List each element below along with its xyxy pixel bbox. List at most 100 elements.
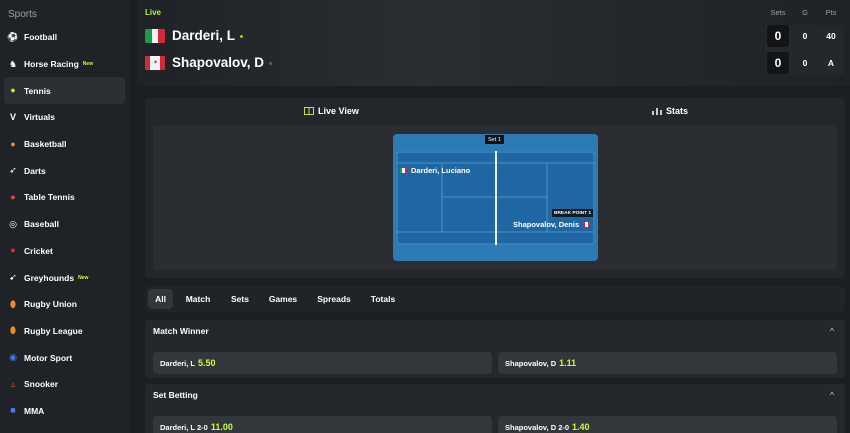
new-badge: New (78, 274, 89, 281)
sidebar-item-baseball[interactable]: ◎ Baseball (0, 211, 130, 238)
pitch-icon (304, 107, 314, 115)
court-player-1: Darderi, Luciano (400, 166, 470, 175)
chevron-up-icon[interactable]: ^ (828, 390, 836, 400)
mma-glove-icon: ■ (10, 405, 16, 416)
sidebar-item-label: Rugby Union (24, 299, 77, 310)
market-tab-all[interactable]: All (148, 289, 173, 309)
sidebar-item-basketball[interactable]: ● Basketball (0, 131, 130, 158)
sidebar-item-label: MMA (24, 405, 45, 416)
selection-label: Shapovalov, D 2-0 (505, 422, 570, 432)
sidebar-item-label: Football (24, 32, 58, 43)
odds-value: 11.00 (210, 422, 233, 432)
odds-button-shapovalov-2-0[interactable]: Shapovalov, D 2-0 1.40 (498, 416, 837, 433)
points-header: Pts (825, 8, 837, 17)
market-tab-totals[interactable]: Totals (365, 289, 401, 309)
live-label: Live (145, 8, 162, 17)
snooker-icon: ▵ (10, 378, 16, 389)
horse-icon: ♞ (8, 58, 18, 69)
points-score: A (827, 58, 835, 68)
games-score: 0 (802, 58, 808, 68)
games-score: 0 (802, 31, 808, 41)
canada-flag-icon (583, 222, 591, 227)
sidebar-item-cricket[interactable]: ● Cricket (0, 238, 130, 265)
sidebar-item-virtuals[interactable]: V Virtuals (0, 104, 130, 131)
odds-button-darderi-2-0[interactable]: Darderi, L 2-0 11.00 (153, 416, 492, 433)
sidebar-item-football[interactable]: ⚽ Football (0, 24, 130, 51)
sets-score: 0 (767, 25, 789, 47)
canada-flag-icon: ✦ (145, 55, 165, 70)
bar-chart-icon (652, 107, 662, 115)
rugby-ball-icon: ⬮ (10, 298, 16, 309)
table-tennis-icon: ● (10, 191, 16, 202)
sidebar-item-darts[interactable]: ➶ Darts (0, 157, 130, 184)
selection-label: Shapovalov, D (505, 358, 557, 368)
sidebar-item-label: Snooker (24, 379, 59, 390)
player-row-shapovalov: ✦ Shapovalov, D (145, 55, 273, 70)
tab-stats[interactable]: Stats (652, 106, 688, 116)
italy-flag-icon (400, 168, 407, 173)
match-header (137, 0, 850, 86)
sidebar-item-label: Greyhounds (24, 272, 75, 283)
odds-button-darderi[interactable]: Darderi, L 5.50 (153, 352, 492, 374)
chevron-up-icon[interactable]: ^ (828, 326, 836, 336)
greyhound-icon: ➹ (9, 272, 17, 283)
sidebar-item-label: Baseball (24, 219, 59, 230)
sidebar-item-rugby-league[interactable]: ⬮ Rugby League (0, 318, 130, 345)
court-player-name: Shapovalov, Denis (513, 220, 580, 229)
sidebar-item-label: Table Tennis (24, 192, 75, 203)
sidebar-item-snooker[interactable]: ▵ Snooker (0, 371, 130, 398)
odds-button-shapovalov[interactable]: Shapovalov, D 1.11 (498, 352, 837, 374)
tab-live-view[interactable]: Live View (304, 106, 359, 116)
tennis-ball-icon: ● (10, 85, 16, 96)
odds-value: 1.40 (572, 422, 590, 432)
italy-flag-icon (145, 28, 165, 43)
cricket-icon: ● (10, 245, 16, 256)
market-title: Match Winner (153, 326, 209, 336)
market-tab-games[interactable]: Games (263, 289, 303, 309)
sidebar-item-label: Motor Sport (24, 352, 73, 363)
sets-score: 0 (767, 52, 789, 74)
motor-sport-icon: ◉ (9, 352, 17, 363)
virtuals-icon: V (9, 111, 16, 122)
sidebar-item-label: Darts (24, 165, 46, 176)
points-score: 40 (826, 31, 836, 41)
break-point-badge: BREAK POINT 1 (552, 209, 594, 217)
player-row-darderi: Darderi, L (145, 28, 244, 43)
player-name: Darderi, L (172, 28, 236, 43)
sidebar-item-rugby-union[interactable]: ⬮ Rugby Union (0, 291, 130, 318)
court-player-2: Shapovalov, Denis (513, 220, 591, 229)
sidebar-item-motor-sport[interactable]: ◉ Motor Sport (0, 344, 130, 371)
sports-sidebar: Sports ⚽ Football ♞ Horse Racing New ● Tennis V… (0, 0, 130, 433)
games-header: G (802, 8, 808, 17)
market-tab-match[interactable]: Match (179, 289, 217, 309)
sidebar-item-label: Rugby League (24, 325, 83, 336)
sidebar-item-label: Cricket (24, 245, 53, 256)
sidebar-title: Sports (8, 9, 37, 20)
market-tab-sets[interactable]: Sets (225, 289, 255, 309)
sidebar-item-horse-racing[interactable]: ♞ Horse Racing New (0, 51, 130, 78)
sidebar-item-table-tennis[interactable]: ● Table Tennis (0, 184, 130, 211)
sidebar-item-label: Tennis (24, 85, 51, 96)
sidebar-item-mma[interactable]: ■ MMA (0, 398, 130, 425)
basketball-icon: ● (10, 138, 16, 149)
sets-header: Sets (770, 8, 786, 17)
sidebar-item-label: Basketball (24, 139, 67, 150)
sidebar-item-greyhounds[interactable]: ➹ Greyhounds New (0, 264, 130, 291)
market-title: Set Betting (153, 390, 198, 400)
player-name: Shapovalov, D (172, 55, 265, 70)
selection-label: Darderi, L (160, 358, 196, 368)
tab-label: Stats (666, 106, 689, 116)
sidebar-item-tennis[interactable]: ● Tennis (4, 77, 125, 105)
football-icon: ⚽ (7, 31, 19, 42)
baseball-icon: ◎ (9, 218, 17, 229)
serving-indicator-icon (240, 35, 244, 38)
selection-label: Darderi, L 2-0 (160, 422, 208, 432)
serving-indicator-icon (269, 62, 273, 65)
new-badge: New (82, 61, 94, 68)
rugby-ball-icon: ⬮ (10, 325, 16, 336)
set-badge: Set 1 (485, 135, 504, 144)
sidebar-item-label: Horse Racing (24, 59, 79, 70)
tab-label: Live View (318, 106, 359, 116)
sports-nav: ⚽ Football ♞ Horse Racing New ● Tennis V Virtual… (0, 24, 130, 424)
market-tab-spreads[interactable]: Spreads (310, 289, 358, 309)
